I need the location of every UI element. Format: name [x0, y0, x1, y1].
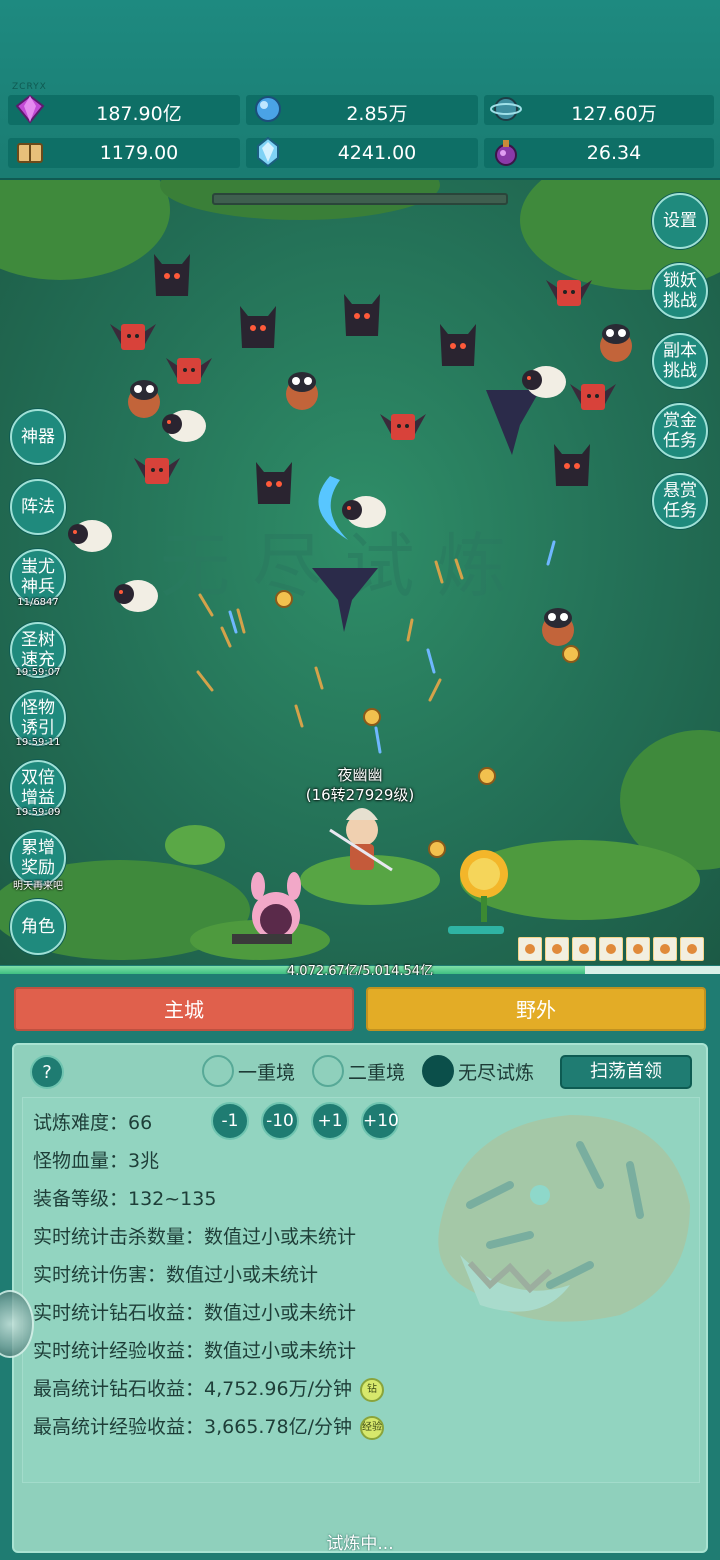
buff-icon[interactable] [653, 937, 677, 961]
buff-icon[interactable] [680, 937, 704, 961]
resource-value: 187.90亿 [96, 103, 182, 125]
main-city-button[interactable]: 主城 [14, 987, 354, 1031]
wanted-task-button[interactable]: 悬赏 任务 [652, 473, 708, 529]
demon-enemy-icon [256, 462, 292, 504]
trial-panel: ? 一重境 二重境 无尽试炼 扫荡首领 试炼难度：66 -1 -10 +1 +1… [12, 1043, 708, 1553]
radio-dot[interactable] [422, 1055, 454, 1087]
difficulty-plus-10-button[interactable]: +10 [361, 1102, 399, 1140]
dungeon-challenge-button[interactable]: 副本 挑战 [652, 333, 708, 389]
chiyou-counter: 11/6847 [17, 597, 59, 608]
difficulty-plus-1-button[interactable]: +1 [311, 1102, 349, 1140]
mode-radio-first-realm[interactable]: 一重境 [202, 1055, 295, 1087]
red-cube-bat-enemy-icon [134, 458, 180, 484]
difficulty-minus-1-button[interactable]: -1 [211, 1102, 249, 1140]
planet-orb-icon [490, 97, 522, 121]
bottom-panel: 主城 野外 ? 一重境 二重境 无尽试炼 扫荡首领 试炼难度：66 -1 -10… [0, 975, 720, 1560]
red-cube-bat-enemy-icon [380, 414, 426, 440]
resource-ice-crystal[interactable]: 4241.00 [246, 136, 478, 168]
exp-badge-icon: 经验 [360, 1415, 385, 1440]
formation-button[interactable]: 阵法 [10, 479, 66, 535]
realtime-exp-text: 实时统计经验收益：数值过小或未统计 [33, 1340, 357, 1362]
character-button[interactable]: 角色 [10, 899, 66, 955]
resource-header: ZCRYX 187.90亿 2.85万 127.60万 1179.00 4241… [0, 0, 720, 180]
blue-crystal-ball-icon [255, 96, 281, 122]
red-cube-bat-enemy-icon [570, 384, 616, 410]
sheep-enemy-icon [522, 366, 566, 398]
mode-radio-second-realm[interactable]: 二重境 [312, 1055, 405, 1087]
max-diamond-row: 最高统计钻石收益：4,752.96万/分钟钻 [33, 1374, 385, 1402]
demon-enemy-icon [344, 294, 380, 336]
sweep-boss-button[interactable]: 扫荡首领 [560, 1055, 692, 1089]
trial-stats: 试炼难度：66 -1 -10 +1 +10 怪物血量：3兆 装备等级：132~1… [22, 1097, 700, 1483]
equip-level-text: 装备等级：132~135 [33, 1188, 217, 1210]
monster-hp-text: 怪物血量：3兆 [33, 1150, 160, 1172]
help-button[interactable]: ? [30, 1055, 64, 1089]
red-cube-bat-enemy-icon [110, 324, 156, 350]
penguin-enemy-icon [286, 372, 318, 410]
penguin-enemy-icon [542, 608, 574, 646]
radio-dot[interactable] [312, 1055, 344, 1087]
watermark-text: ZCRYX [12, 82, 47, 92]
player-name: 夜幽幽 [337, 766, 383, 784]
penguin-enemy-icon [128, 380, 160, 418]
settings-button[interactable]: 设置 [652, 193, 708, 249]
diamond-badge-icon: 钻 [360, 1377, 385, 1402]
spell-book-icon [17, 143, 43, 163]
holy-tree-timer: 19:59:07 [15, 667, 61, 678]
buff-icon[interactable] [518, 937, 542, 961]
difficulty-minus-10-button[interactable]: -10 [261, 1102, 299, 1140]
ice-crystal-icon [257, 136, 279, 168]
boss-health-bar [212, 193, 508, 205]
buff-icon[interactable] [626, 937, 650, 961]
buff-icon[interactable] [572, 937, 596, 961]
wild-button[interactable]: 野外 [366, 987, 706, 1031]
difficulty-value: 66 [128, 1112, 153, 1134]
demon-enemy-icon [554, 444, 590, 486]
sheep-enemy-icon [342, 496, 386, 528]
resource-value: 26.34 [586, 142, 642, 164]
red-cube-bat-enemy-icon [166, 358, 212, 384]
resource-value: 1179.00 [99, 142, 179, 164]
resource-value: 127.60万 [571, 103, 657, 125]
demon-enemy-icon [440, 324, 476, 366]
mode-radio-endless-trial[interactable]: 无尽试炼 [422, 1055, 534, 1087]
svg-text:无 尽 试 炼: 无 尽 试 炼 [160, 525, 507, 607]
max-exp-row: 最高统计经验收益：3,665.78亿/分钟 经验 [33, 1415, 385, 1440]
buff-icon[interactable] [545, 937, 569, 961]
resource-value: 2.85万 [346, 103, 408, 125]
resource-potion[interactable]: 26.34 [484, 138, 714, 168]
buff-icon[interactable] [599, 937, 623, 961]
red-cube-bat-enemy-icon [546, 280, 592, 306]
trial-status-text: 试炼中... [326, 1534, 394, 1553]
buff-icon-row [518, 937, 704, 961]
resource-value: 4241.00 [337, 142, 417, 164]
resource-planet-orb[interactable]: 127.60万 [484, 95, 714, 125]
realtime-damage-text: 实时统计伤害：数值过小或未统计 [33, 1264, 319, 1286]
penguin-enemy-icon [600, 324, 632, 362]
demon-enemy-icon [154, 254, 190, 296]
battle-field[interactable]: 无 尽 试 炼 设置 锁妖 挑战 副本 挑战 赏金 任务 悬赏 任务 神器 阵法… [0, 180, 720, 965]
sheep-enemy-icon [68, 520, 112, 552]
player-level: (16转27929级) [305, 786, 415, 804]
double-gain-timer: 19:59:09 [15, 807, 61, 818]
sheep-enemy-icon [162, 410, 206, 442]
purple-potion-icon [495, 140, 517, 166]
sheep-enemy-icon [114, 580, 158, 612]
demon-enemy-icon [240, 306, 276, 348]
resource-diamond[interactable]: 187.90亿 [8, 94, 240, 125]
bounty-gold-task-button[interactable]: 赏金 任务 [652, 403, 708, 459]
realtime-diamond-text: 实时统计钻石收益：数值过小或未统计 [33, 1302, 357, 1324]
radio-dot[interactable] [202, 1055, 234, 1087]
realtime-kills-text: 实时统计击杀数量：数值过小或未统计 [33, 1226, 357, 1248]
resource-crystal-ball[interactable]: 2.85万 [246, 95, 478, 125]
resource-spell-book[interactable]: 1179.00 [8, 138, 240, 168]
difficulty-row: 试炼难度：66 [33, 1112, 153, 1134]
artifact-button[interactable]: 神器 [10, 409, 66, 465]
monster-lure-timer: 19:59:11 [15, 737, 61, 748]
lock-demon-challenge-button[interactable]: 锁妖 挑战 [652, 263, 708, 319]
purple-diamond-icon [15, 94, 45, 124]
accumulated-reward-status: 明天再来吧 [13, 881, 63, 892]
